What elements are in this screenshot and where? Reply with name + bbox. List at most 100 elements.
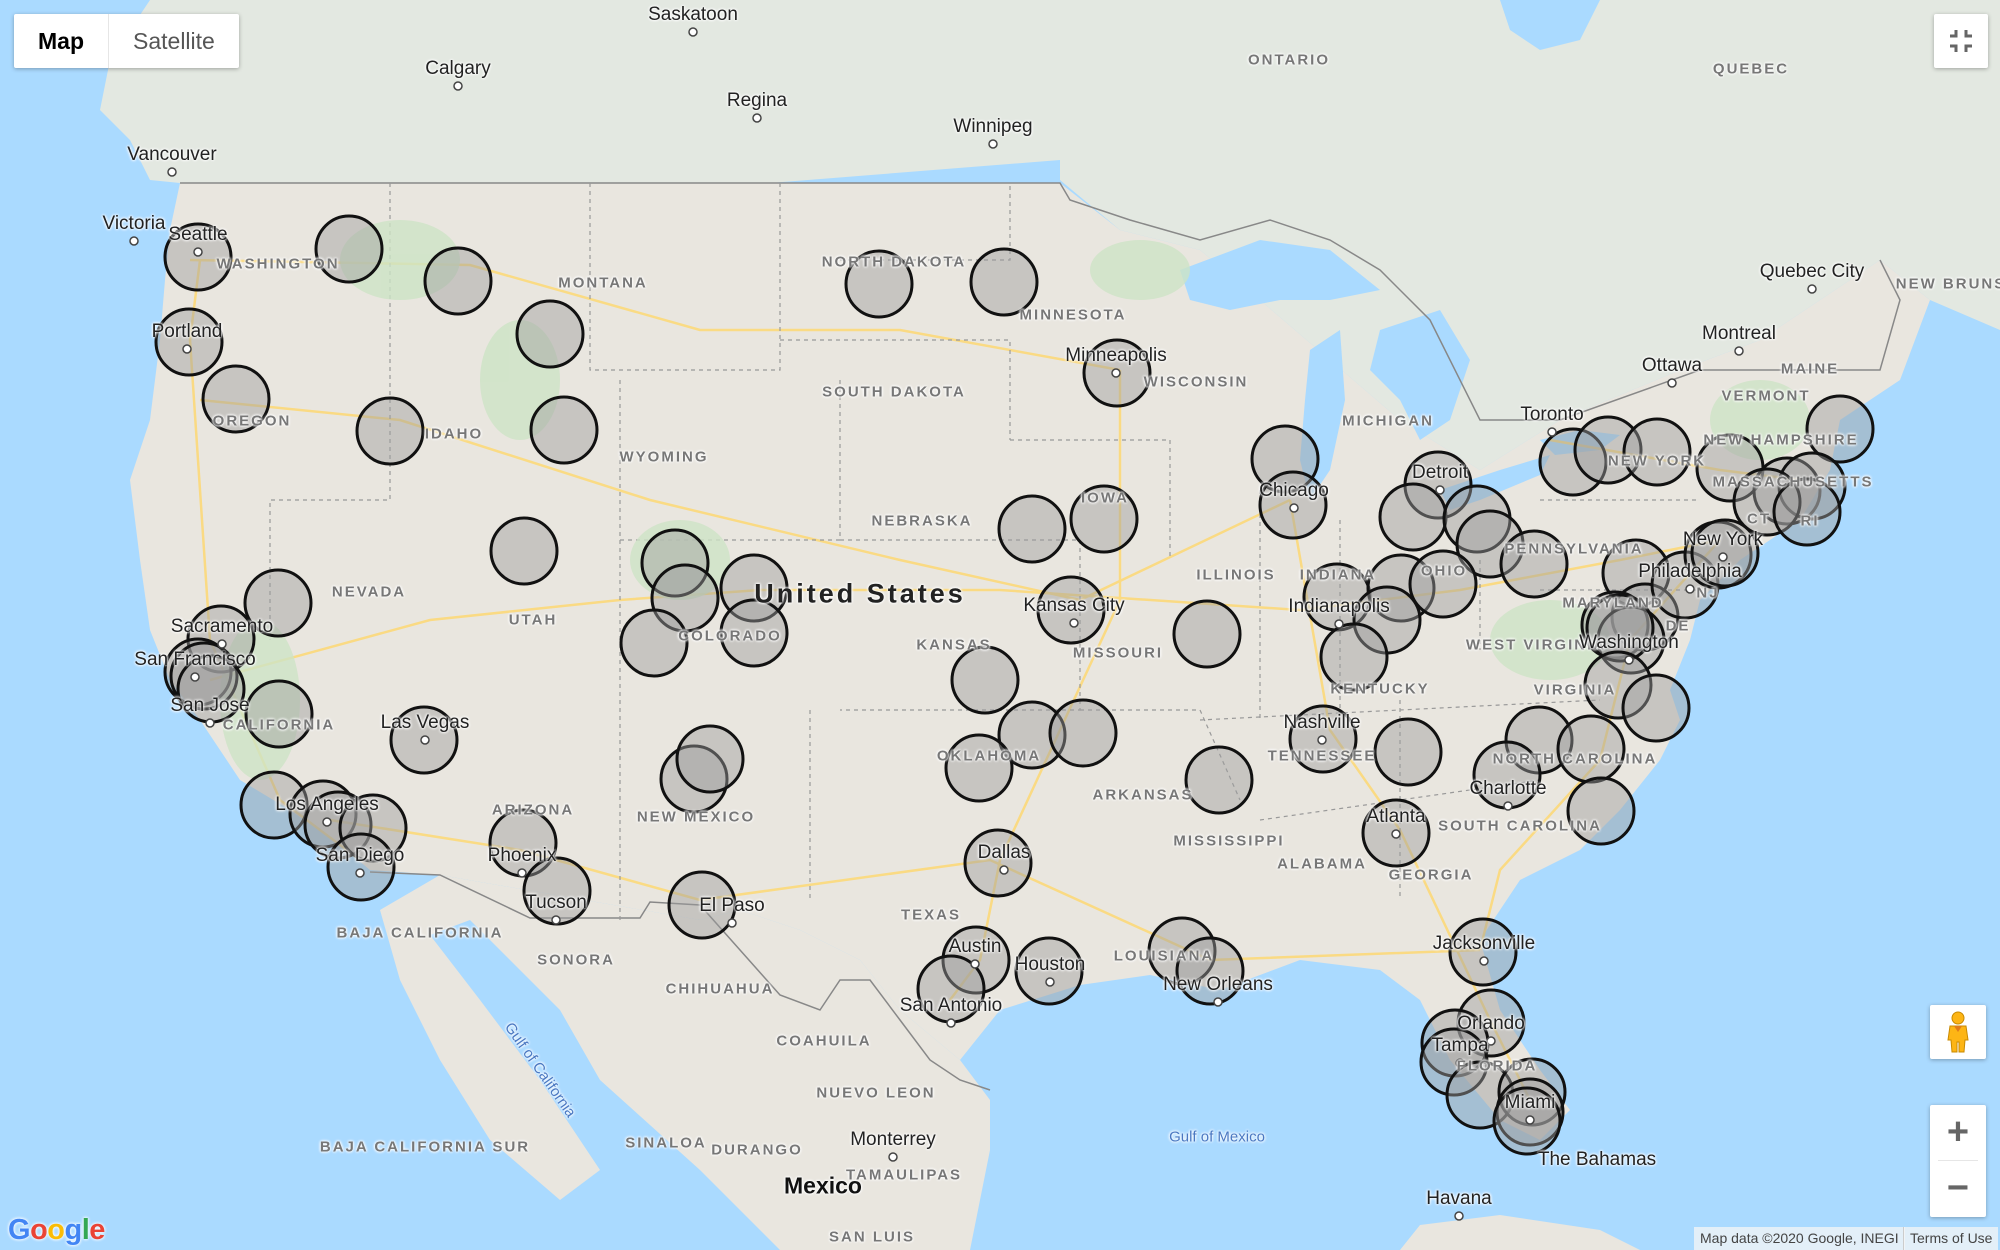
city-label: El Paso [699, 895, 765, 916]
city-label: San Francisco [134, 649, 256, 670]
region-label: OKLAHOMA [936, 747, 1042, 765]
circle-marker[interactable] [489, 516, 559, 586]
city-dot [193, 247, 203, 257]
water-label: Gulf of Mexico [1169, 1128, 1265, 1146]
city-label: Regina [726, 90, 788, 111]
region-label: VERMONT [1721, 387, 1811, 405]
circle-marker[interactable] [1621, 673, 1691, 743]
circle-marker[interactable] [619, 608, 689, 678]
region-label: MISSISSIPPI [1173, 832, 1285, 850]
city-label: Victoria [102, 213, 166, 234]
city-dot [1435, 485, 1445, 495]
circle-marker[interactable] [1048, 698, 1118, 768]
circle-marker[interactable] [997, 494, 1067, 564]
circle-marker[interactable] [244, 679, 314, 749]
city-label: Toronto [1520, 404, 1584, 425]
circle-marker[interactable] [522, 856, 592, 926]
region-label: LOUISIANA [1113, 947, 1215, 965]
circle-marker[interactable] [969, 247, 1039, 317]
logo-letter: o [30, 1214, 48, 1246]
map-type-map-button[interactable]: Map [14, 14, 108, 68]
circle-marker[interactable] [944, 733, 1014, 803]
region-label: MONTANA [558, 274, 648, 292]
region-label: COLORADO [678, 627, 782, 645]
map-canvas[interactable] [0, 0, 2000, 1250]
city-dot [1667, 378, 1677, 388]
zoom-in-button[interactable]: + [1930, 1105, 1986, 1160]
region-label: NUEVO LEON [816, 1084, 936, 1102]
circle-marker[interactable] [1373, 717, 1443, 787]
region-label: NEW HAMPSHIRE [1703, 431, 1859, 449]
region-label: PENNSYLVANIA [1504, 540, 1644, 558]
city-dot [999, 865, 1009, 875]
logo-letter: o [47, 1214, 65, 1246]
map-type-satellite-button[interactable]: Satellite [108, 14, 239, 68]
circle-marker[interactable] [1378, 482, 1448, 552]
region-label: NEW YORK [1607, 452, 1707, 470]
circle-marker[interactable] [423, 246, 493, 316]
region-label: ONTARIO [1247, 51, 1331, 69]
city-label: Atlanta [1366, 806, 1426, 827]
city-dot [1547, 427, 1557, 437]
city-dot [551, 915, 561, 925]
terms-of-use-link[interactable]: Terms of Use [1903, 1227, 1999, 1250]
region-label: NORTH DAKOTA [821, 253, 967, 271]
region-label: CT [1747, 510, 1771, 528]
region-label: OHIO [1420, 562, 1468, 580]
region-label: CALIFORNIA [222, 716, 336, 734]
city-dot [970, 959, 980, 969]
region-label: BAJA CALIFORNIA [336, 924, 504, 942]
circle-marker[interactable] [529, 395, 599, 465]
region-label: ILLINOIS [1196, 566, 1276, 584]
city-dot [1317, 735, 1327, 745]
fullscreen-toggle-button[interactable] [1934, 14, 1988, 68]
city-dot [205, 718, 215, 728]
region-label: QUEBEC [1712, 60, 1790, 78]
circle-marker[interactable] [515, 299, 585, 369]
zoom-out-button[interactable]: − [1930, 1161, 1986, 1216]
region-label: UTAH [508, 611, 558, 629]
region-label: MINNESOTA [1019, 306, 1127, 324]
city-label: Vancouver [127, 144, 217, 165]
city-label: Austin [948, 936, 1002, 957]
city-dot [1213, 997, 1223, 1007]
city-dot [888, 1152, 898, 1162]
city-dot [1479, 956, 1489, 966]
city-dot [1111, 368, 1121, 378]
region-label: MAINE [1780, 360, 1840, 378]
city-dot [517, 868, 527, 878]
region-label: TENNESSEE [1267, 747, 1377, 765]
circle-marker[interactable] [355, 396, 425, 466]
circle-marker[interactable] [1184, 745, 1254, 815]
city-label: San Antonio [899, 995, 1003, 1016]
circle-marker[interactable] [326, 832, 396, 902]
street-view-button[interactable] [1930, 1005, 1986, 1059]
city-dot [1289, 503, 1299, 513]
city-label: Havana [1426, 1188, 1492, 1209]
google-logo[interactable]: Google [8, 1214, 105, 1247]
city-dot [1624, 655, 1634, 665]
region-label: NEW BRUNSWICK [1895, 275, 2000, 293]
city-label: Kansas City [1023, 595, 1125, 616]
region-label: NJ [1696, 584, 1720, 602]
region-label: ALABAMA [1277, 855, 1367, 873]
city-dot [1454, 1211, 1464, 1221]
circle-marker[interactable] [675, 724, 745, 794]
region-label: COAHUILA [776, 1032, 872, 1050]
region-label: ARKANSAS [1092, 786, 1194, 804]
circle-marker[interactable] [1556, 714, 1626, 784]
circle-marker[interactable] [1408, 549, 1478, 619]
city-label: Quebec City [1759, 261, 1865, 282]
city-label: Minneapolis [1065, 345, 1167, 366]
city-label: Philadelphia [1638, 561, 1742, 582]
logo-letter: g [64, 1214, 83, 1246]
circle-marker[interactable] [1172, 599, 1242, 669]
region-label: CHIHUAHUA [665, 980, 775, 998]
city-label: New Orleans [1163, 974, 1273, 995]
city-label: Ottawa [1641, 355, 1703, 376]
city-label: Phoenix [487, 845, 557, 866]
map-type-control: Map Satellite [14, 14, 239, 68]
circle-marker[interactable] [950, 645, 1020, 715]
region-label: BAJA CALIFORNIA SUR [319, 1138, 531, 1156]
city-dot [1391, 829, 1401, 839]
